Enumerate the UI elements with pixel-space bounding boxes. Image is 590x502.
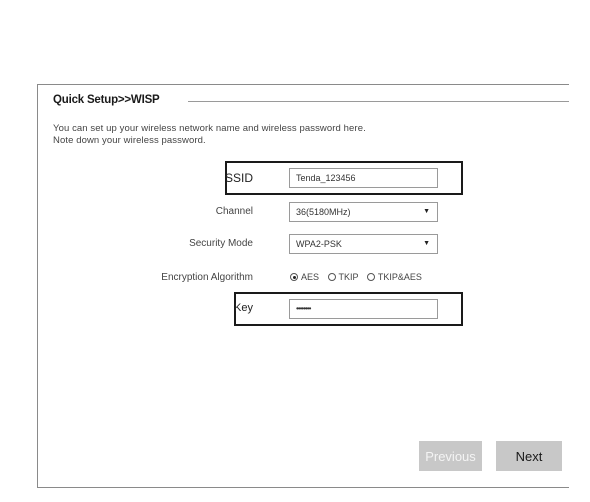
radio-tkip[interactable]: TKIP	[327, 272, 361, 282]
intro-line-1: You can set up your wireless network nam…	[53, 123, 366, 134]
radio-tkip-aes-label: TKIP&AES	[377, 272, 422, 282]
dropdown-arrow-icon: ▼	[423, 208, 430, 215]
channel-label: Channel	[215, 206, 253, 217]
intro-line-2: Note down your wireless password.	[53, 135, 206, 146]
radio-aes-label: AES	[301, 272, 320, 282]
security-mode-select[interactable]: WPA2-PSK ▼	[289, 234, 438, 254]
dropdown-arrow-icon: ▼	[423, 240, 430, 247]
security-mode-label: Security Mode	[189, 238, 253, 249]
quick-setup-panel: Quick Setup>>WISP You can set up your wi…	[37, 84, 569, 488]
security-mode-selected-value: WPA2-PSK	[296, 239, 342, 249]
encryption-row: Encryption Algorithm AES TKIP TKIP&AES	[38, 268, 570, 290]
encryption-radio-group: AES TKIP TKIP&AES	[290, 272, 428, 282]
ssid-input[interactable]: Tenda_123456	[289, 168, 438, 188]
page-title: Quick Setup>>WISP	[53, 94, 160, 106]
radio-unselected-icon[interactable]	[327, 273, 336, 281]
key-label: Key	[234, 302, 253, 314]
channel-select[interactable]: 36(5180MHz) ▼	[289, 202, 438, 222]
radio-aes[interactable]: AES	[290, 272, 322, 282]
radio-selected-icon[interactable]	[290, 273, 298, 281]
radio-unselected-icon[interactable]	[366, 273, 375, 281]
key-row: Key ••••••••	[38, 299, 570, 321]
radio-tkip-aes[interactable]: TKIP&AES	[366, 272, 422, 282]
channel-row: Channel 36(5180MHz) ▼	[38, 202, 570, 224]
channel-selected-value: 36(5180MHz)	[296, 207, 351, 217]
intro-text: You can set up your wireless network nam…	[53, 123, 366, 147]
key-password-input[interactable]: ••••••••	[289, 299, 438, 319]
security-mode-row: Security Mode WPA2-PSK ▼	[38, 234, 570, 256]
encryption-label: Encryption Algorithm	[161, 272, 253, 283]
previous-button[interactable]: Previous	[419, 441, 482, 471]
ssid-label: SSID	[224, 171, 253, 185]
radio-tkip-label: TKIP	[338, 272, 359, 282]
title-divider	[188, 101, 569, 102]
ssid-row: SSID Tenda_123456	[38, 168, 570, 190]
next-button[interactable]: Next	[496, 441, 562, 471]
